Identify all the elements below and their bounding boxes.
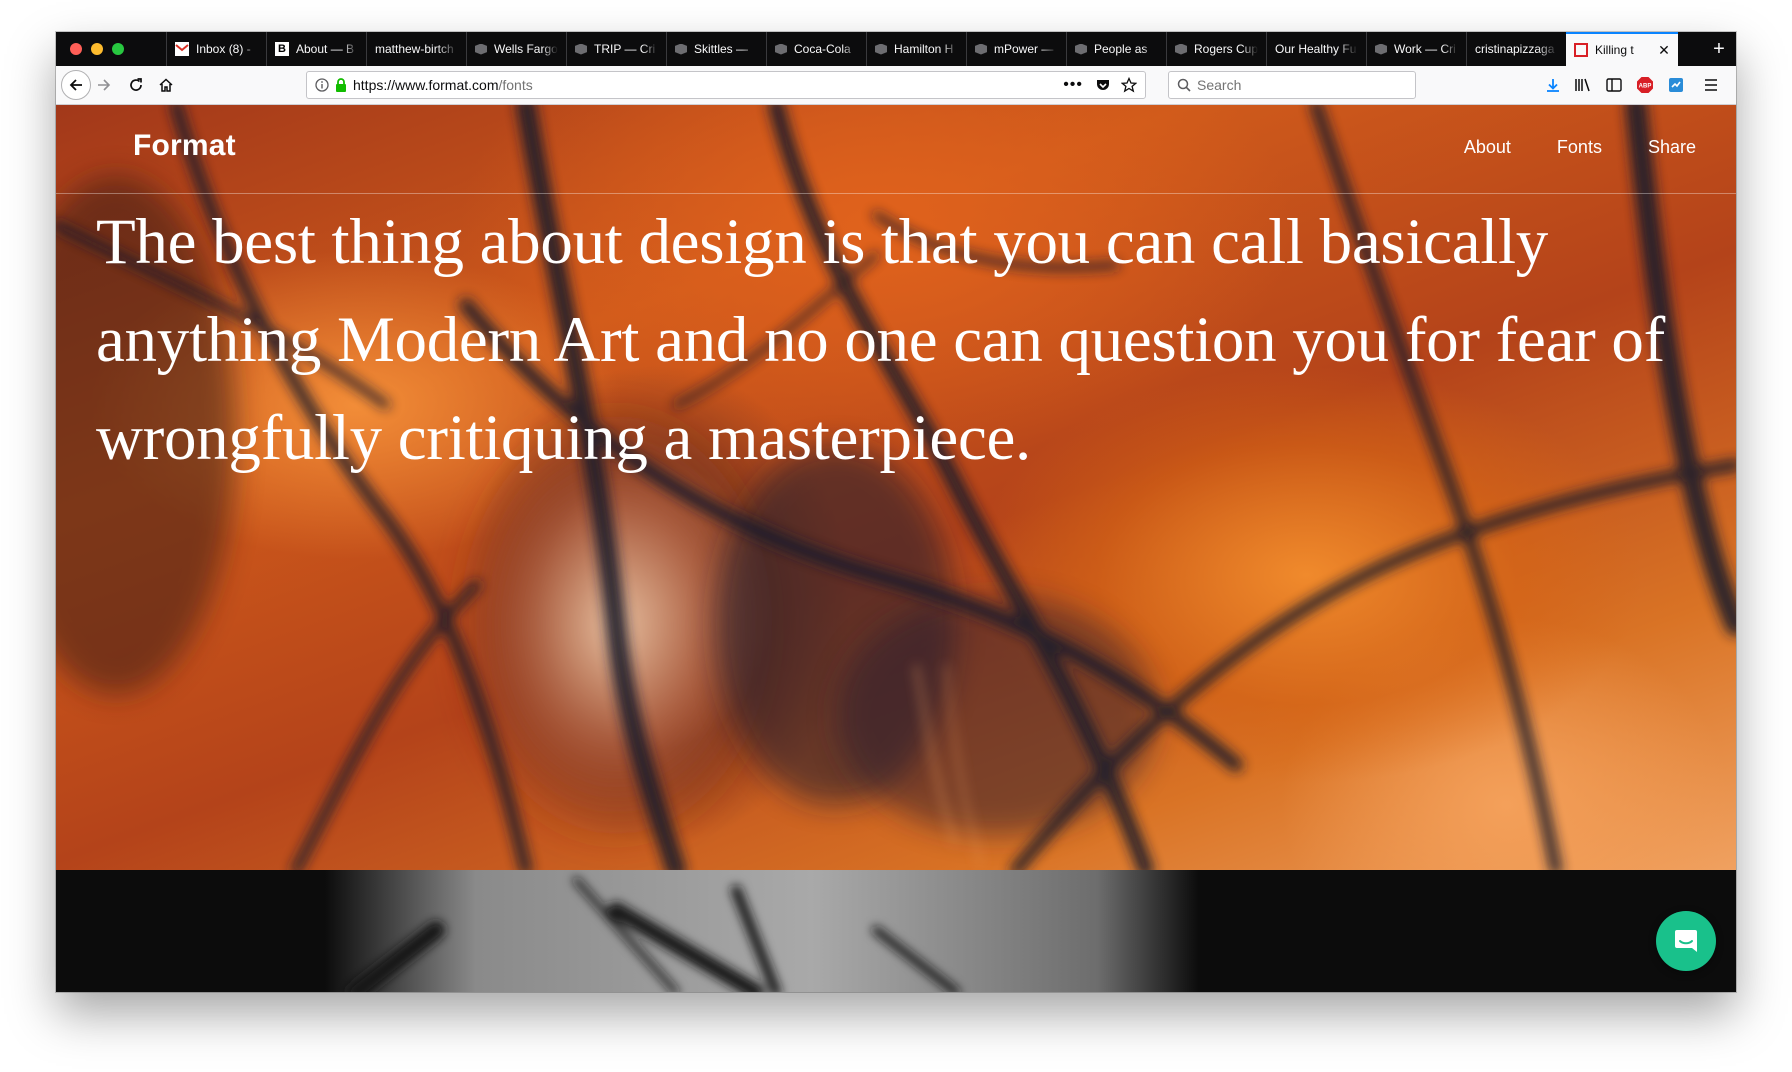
browser-window: Inbox (8) - B About — B matthew-birtch W… — [56, 32, 1736, 992]
nav-link-share[interactable]: Share — [1648, 137, 1696, 158]
cube-icon — [1375, 43, 1387, 55]
url-text: https://www.format.com/fonts — [353, 77, 1063, 93]
hero-image: Format About Fonts Share The best thing … — [56, 105, 1736, 870]
hamburger-menu-icon — [1705, 79, 1717, 91]
downloads-button[interactable] — [1540, 71, 1566, 99]
cube-icon — [775, 43, 787, 55]
tab-label: Skittles — — [694, 42, 749, 56]
search-bar[interactable]: Search — [1168, 71, 1416, 99]
tab-label: Killing t — [1595, 43, 1634, 57]
library-button[interactable] — [1570, 71, 1596, 99]
nav-link-fonts[interactable]: Fonts — [1557, 137, 1602, 158]
cube-icon — [675, 43, 687, 55]
tab-label: matthew-birtch — [375, 42, 454, 56]
sidebar-icon — [1606, 78, 1622, 92]
tab-label: Work — Cri — [1394, 42, 1456, 56]
hero-quote: The best thing about design is that you … — [96, 206, 1665, 474]
tab-rogers-cup[interactable]: Rogers Cup — [1166, 32, 1266, 66]
screenshot-extension-icon — [1669, 78, 1683, 92]
web-page: Format About Fonts Share The best thing … — [56, 105, 1736, 992]
forward-button[interactable] — [90, 71, 118, 99]
close-tab-icon[interactable]: ✕ — [1658, 42, 1670, 59]
cube-icon — [575, 43, 587, 55]
extension-button[interactable] — [1663, 71, 1689, 99]
zoom-window-button[interactable] — [112, 43, 124, 55]
grayscale-photo — [56, 870, 1736, 992]
b-icon: B — [275, 42, 289, 56]
tab-skittles[interactable]: Skittles — — [666, 32, 766, 66]
tabs: Inbox (8) - B About — B matthew-birtch W… — [166, 32, 1702, 66]
next-section-image — [56, 870, 1736, 992]
cube-icon — [1175, 43, 1187, 55]
reload-button[interactable] — [122, 71, 150, 99]
tab-label: mPower — — [994, 42, 1054, 56]
site-nav-links: About Fonts Share — [1464, 137, 1696, 158]
nav-link-about[interactable]: About — [1464, 137, 1511, 158]
back-arrow-icon — [69, 79, 82, 91]
adblock-button[interactable]: ABP — [1632, 71, 1658, 99]
new-tab-button[interactable]: + — [1702, 32, 1736, 66]
tab-label: Wells Fargo — [494, 42, 558, 56]
tab-label: Coca-Cola — [794, 42, 851, 56]
cube-icon — [1075, 43, 1087, 55]
tab-cristinapizzaga[interactable]: cristinapizzaga — [1466, 32, 1566, 66]
adblock-plus-icon: ABP — [1637, 77, 1653, 93]
bookmark-star-icon[interactable] — [1121, 77, 1137, 93]
chat-icon — [1675, 930, 1697, 952]
format-logo[interactable]: Format — [133, 129, 236, 163]
format-favicon-icon — [1574, 43, 1588, 57]
tab-our-healthy[interactable]: Our Healthy Fu — [1266, 32, 1366, 66]
tab-label: Rogers Cup — [1194, 42, 1258, 56]
sidebar-button[interactable] — [1601, 71, 1627, 99]
menu-button[interactable] — [1698, 71, 1724, 99]
tab-mpower[interactable]: mPower — — [966, 32, 1066, 66]
cube-icon — [975, 43, 987, 55]
pocket-icon[interactable] — [1095, 77, 1111, 93]
tab-killing-active[interactable]: Killing t ✕ — [1566, 32, 1678, 66]
page-actions-icon[interactable]: ••• — [1063, 76, 1083, 94]
tab-label: People as — [1094, 42, 1148, 56]
tab-label: TRIP — Cri — [594, 42, 656, 56]
tab-about[interactable]: B About — B — [266, 32, 366, 66]
site-header: Format About Fonts Share — [56, 105, 1736, 194]
tab-label: Inbox (8) - — [196, 42, 251, 56]
window-controls — [56, 32, 166, 66]
url-path: /fonts — [498, 77, 533, 93]
search-placeholder: Search — [1197, 77, 1242, 93]
tab-inbox[interactable]: Inbox (8) - — [166, 32, 266, 66]
lock-icon[interactable] — [335, 78, 347, 92]
tab-hamilton[interactable]: Hamilton H — [866, 32, 966, 66]
home-button[interactable] — [152, 71, 180, 99]
info-icon[interactable] — [315, 78, 329, 92]
search-icon — [1177, 78, 1191, 92]
tab-label: Our Healthy Fu — [1275, 42, 1357, 56]
library-icon — [1575, 78, 1590, 92]
minimize-window-button[interactable] — [91, 43, 103, 55]
tab-people[interactable]: People as — [1066, 32, 1166, 66]
url-host: https://www.format.com — [353, 77, 499, 93]
tab-label: Hamilton H — [894, 42, 954, 56]
nav-toolbar: https://www.format.com/fonts ••• Search … — [56, 66, 1736, 105]
download-icon — [1547, 79, 1559, 92]
tab-wells-fargo[interactable]: Wells Fargo — [466, 32, 566, 66]
tab-work[interactable]: Work — Cri — [1366, 32, 1466, 66]
tab-label: About — B — [296, 42, 355, 56]
tab-coca-cola[interactable]: Coca-Cola — [766, 32, 866, 66]
cube-icon — [475, 43, 487, 55]
tab-trip[interactable]: TRIP — Cri — [566, 32, 666, 66]
chat-button[interactable] — [1656, 911, 1716, 971]
gmail-icon — [175, 42, 189, 56]
tab-matthew-birtch[interactable]: matthew-birtch — [366, 32, 466, 66]
url-bar[interactable]: https://www.format.com/fonts ••• — [306, 71, 1146, 99]
svg-text:ABP: ABP — [1639, 84, 1652, 90]
cube-icon — [875, 43, 887, 55]
tab-strip: Inbox (8) - B About — B matthew-birtch W… — [56, 32, 1736, 66]
reload-icon — [130, 78, 142, 91]
forward-arrow-icon — [98, 79, 111, 91]
close-window-button[interactable] — [70, 43, 82, 55]
back-button[interactable] — [61, 70, 91, 100]
home-icon — [159, 78, 173, 92]
tab-label: cristinapizzaga — [1475, 42, 1555, 56]
